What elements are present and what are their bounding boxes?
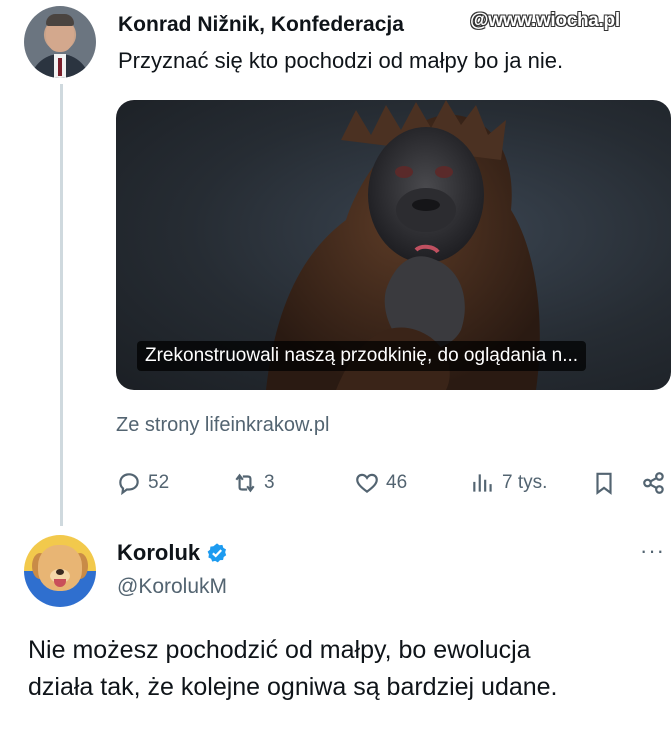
bookmark-icon (596, 472, 612, 495)
reply-button[interactable]: 52 (116, 468, 169, 498)
verified-badge-icon (207, 543, 227, 563)
author-name[interactable]: Konrad Nižnik, Konfederacja (118, 13, 404, 37)
repost-count: 3 (264, 472, 275, 493)
reply-author-name-row[interactable]: Koroluk (117, 540, 228, 566)
reply-text: Nie możesz pochodzić od małpy, bo ewoluc… (28, 632, 558, 706)
avatar-hair (46, 14, 74, 26)
views-button[interactable]: 7 tys. (470, 468, 547, 498)
watermark: @www.wiocha.pl (470, 10, 620, 31)
more-options-icon[interactable]: ··· (640, 538, 665, 564)
like-count: 46 (386, 472, 408, 493)
avatar-dog-nose (56, 569, 64, 575)
tweet-text: Przyznać się kto pochodzi od małpy bo ja… (118, 48, 564, 73)
avatar-tie (58, 58, 62, 76)
reply-author-handle[interactable]: @KorolukM (117, 575, 227, 599)
author-avatar[interactable] (24, 6, 96, 78)
repost-button[interactable]: 3 (232, 468, 275, 498)
reply-author-name[interactable]: Koroluk (117, 540, 200, 566)
thread-line (60, 84, 63, 526)
like-button[interactable]: 46 (354, 468, 407, 498)
reply-icon (119, 473, 139, 496)
repost-icon (235, 473, 255, 493)
card-caption[interactable]: Zrekonstruowali naszą przodkinię, do ogl… (137, 341, 587, 371)
share-button[interactable] (641, 468, 667, 498)
card-source[interactable]: Ze strony lifeinkrakow.pl (116, 414, 329, 437)
reply-count: 52 (148, 472, 170, 493)
reply-text-line-1: Nie możesz pochodzić od małpy, bo ewoluc… (28, 636, 531, 664)
views-count: 7 tys. (502, 472, 548, 493)
reply-text-line-2: działa tak, że kolejne ogniwa są bardzie… (28, 673, 558, 701)
reply-author-avatar[interactable] (24, 535, 96, 607)
views-icon (473, 474, 492, 492)
like-icon (356, 473, 378, 494)
share-icon (643, 472, 664, 494)
bookmark-button[interactable] (591, 468, 617, 498)
